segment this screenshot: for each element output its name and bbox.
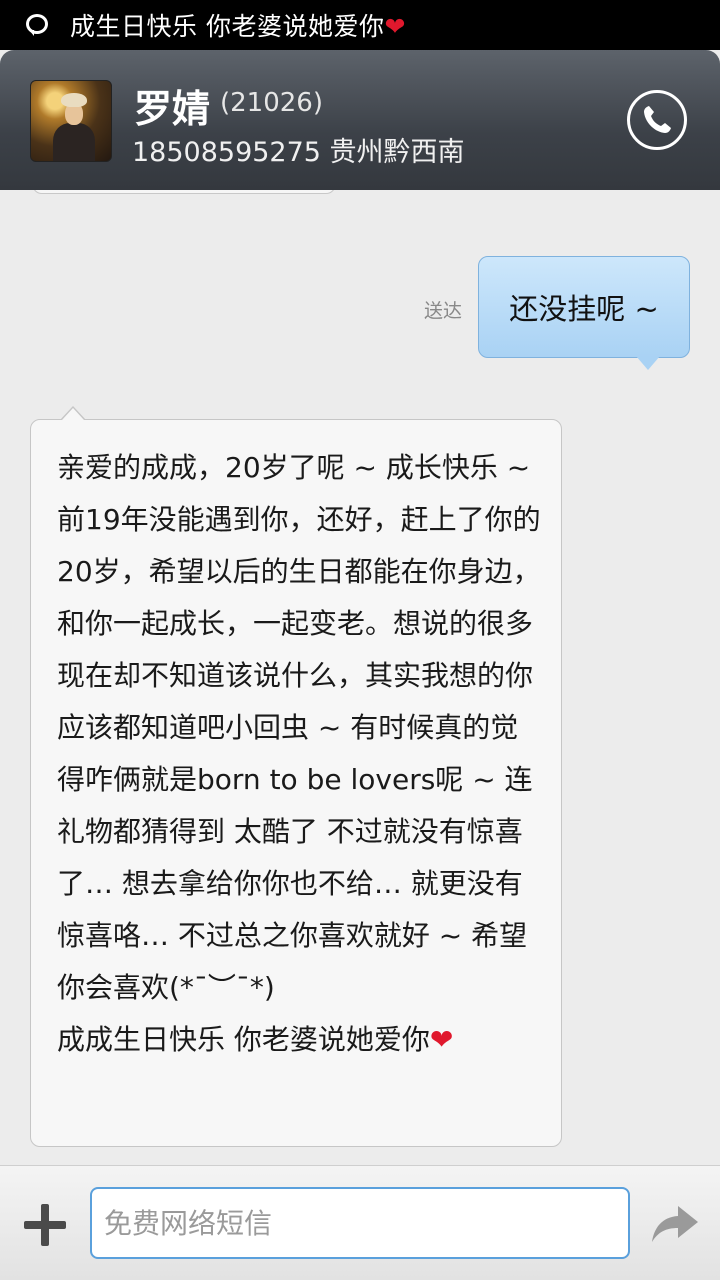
avatar[interactable] <box>30 80 112 162</box>
heart-icon: ❤ <box>429 1023 454 1056</box>
contact-info: 18508595275 贵州黔西南 <box>132 137 465 168</box>
outgoing-message-bubble[interactable]: 还没挂呢 ~ <box>478 256 690 358</box>
delivery-status: 送达 <box>424 300 463 322</box>
outgoing-message-text: 还没挂呢 ~ <box>509 292 659 326</box>
message-input[interactable] <box>90 1187 630 1259</box>
phone-icon <box>644 106 671 133</box>
composer-bar <box>0 1165 720 1280</box>
status-bar: 成生日快乐 你老婆说她爱你❤ <box>0 0 720 50</box>
incoming-bubble-tail-fill <box>62 408 84 420</box>
send-arrow-icon <box>652 1206 698 1242</box>
contact-id: (21026) <box>220 88 323 118</box>
heart-icon: ❤ <box>384 12 406 41</box>
previous-message-bubble <box>32 190 336 194</box>
message-notification-icon <box>22 10 52 40</box>
incoming-message-bubble[interactable]: 亲爱的成成，20岁了呢 ~ 成长快乐 ~ 前19年没能遇到你，还好，赶上了你的2… <box>30 419 562 1147</box>
message-thread[interactable]: 送达 还没挂呢 ~ 亲爱的成成，20岁了呢 ~ 成长快乐 ~ 前19年没能遇到你… <box>0 190 720 1165</box>
send-button[interactable] <box>650 1202 700 1246</box>
contact-name: 罗婧 <box>134 87 211 131</box>
notification-text: 成生日快乐 你老婆说她爱你❤ <box>70 12 406 41</box>
add-attachment-button[interactable] <box>24 1204 66 1246</box>
conversation-header: 罗婧 (21026) 18508595275 贵州黔西南 <box>0 50 720 190</box>
call-button[interactable] <box>627 90 687 150</box>
outgoing-bubble-tail <box>636 356 660 370</box>
incoming-message-text: 亲爱的成成，20岁了呢 ~ 成长快乐 ~ 前19年没能遇到你，还好，赶上了你的2… <box>57 451 541 1056</box>
